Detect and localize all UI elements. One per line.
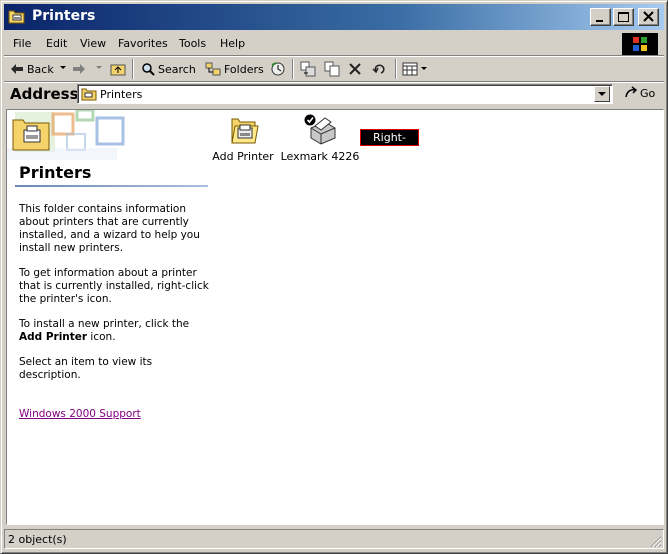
back-button[interactable]: Back [10,59,54,79]
status-panel: 2 object(s) [4,529,664,549]
address-dropdown-button[interactable] [594,86,610,102]
forward-arrow-icon [73,64,85,74]
address-value: Printers [100,88,143,101]
minimize-button[interactable] [590,8,611,26]
back-label: Back [27,62,54,76]
status-bar: 2 object(s) [4,528,664,550]
search-label: Search [158,62,196,76]
explorer-window: Printers File Edit View Favorites Tools … [0,0,668,554]
pane-description: This folder contains information about p… [19,203,200,254]
add-printer-icon [231,118,259,144]
printers-banner-art [7,110,125,160]
folder-printer-icon [81,88,97,101]
search-button[interactable]: Search [141,59,196,79]
toolbar-separator [395,59,397,79]
undo-icon [372,64,385,74]
address-label: Address [10,85,79,103]
windows-2000-support-link[interactable]: Windows 2000 Support [19,408,209,421]
install-hint-prefix: To install a new printer, click the [19,318,190,330]
history-button[interactable] [270,59,286,79]
toolbar-separator [292,59,294,79]
folders-label: Folders [224,62,264,76]
lexmark-printer-label: Lexmark 4226 [280,150,360,163]
windows-logo [622,33,658,55]
delete-button[interactable] [348,59,362,79]
menu-help[interactable]: Help [220,37,245,50]
move-to-button[interactable] [300,59,316,79]
title-bar[interactable]: Printers [4,4,664,30]
minimize-icon [596,20,603,22]
pane-select-hint: Select an item to view its description. [19,356,153,381]
printer-icon [304,114,336,145]
chevron-down-icon [598,92,606,96]
install-hint-bold: Add Printer [19,331,88,343]
windows-logo-icon [633,37,647,51]
pane-title: Printers [19,163,92,182]
menu-file[interactable]: File [13,37,31,50]
toolbar-separator [132,59,134,79]
address-bar: Address Printers Go [4,83,664,107]
delete-icon [349,63,361,75]
menu-tools[interactable]: Tools [179,37,206,50]
lexmark-printer-item[interactable]: Lexmark 4226 [280,114,360,163]
size-grip-icon[interactable] [650,536,662,548]
standard-toolbar: Back Search Folders [4,57,664,81]
add-printer-label: Add Printer [212,150,274,163]
folders-button[interactable]: Folders [205,59,264,79]
menu-edit[interactable]: Edit [46,37,67,50]
address-field[interactable]: Printers [77,84,613,104]
undo-button[interactable] [372,59,388,79]
go-label: Go [640,86,656,100]
menu-view[interactable]: View [80,37,106,50]
right-click-annotation: Right-Click [360,129,419,159]
folder-view: Printers This folder contains informatio… [6,109,664,525]
status-text: 2 object(s) [8,533,67,546]
pane-title-underline [15,185,208,187]
forward-dropdown-icon[interactable] [96,66,102,70]
go-icon [625,86,638,98]
menu-favorites[interactable]: Favorites [118,37,168,50]
add-printer-item[interactable]: Add Printer [203,114,283,163]
search-icon [142,63,155,76]
up-folder-icon [110,64,126,76]
views-button[interactable] [402,59,427,79]
maximize-icon [618,12,629,22]
up-button[interactable] [110,59,126,79]
menu-bar: File Edit View Favorites Tools Help [4,33,664,55]
views-dropdown-icon [421,67,427,70]
move-to-icon [300,61,316,77]
go-button[interactable]: Go [624,86,655,100]
close-button[interactable] [638,8,659,26]
history-icon [271,62,285,76]
copy-to-button[interactable] [324,59,340,79]
pane-right-click-hint: To get information about a printer that … [19,267,209,305]
window-title: Printers [32,8,96,24]
install-hint-suffix: icon. [87,331,116,343]
views-icon [402,62,418,76]
copy-to-icon [324,61,340,77]
forward-button[interactable] [72,59,86,79]
folder-printer-icon [8,10,25,24]
pane-install-hint: To install a new printer, click the Add … [19,318,209,344]
back-arrow-icon [11,64,23,74]
back-dropdown-icon[interactable] [60,66,66,70]
web-view-pane: Printers This folder contains informatio… [7,110,209,524]
maximize-button[interactable] [613,8,634,26]
folders-icon [205,62,221,76]
close-icon [643,11,654,22]
